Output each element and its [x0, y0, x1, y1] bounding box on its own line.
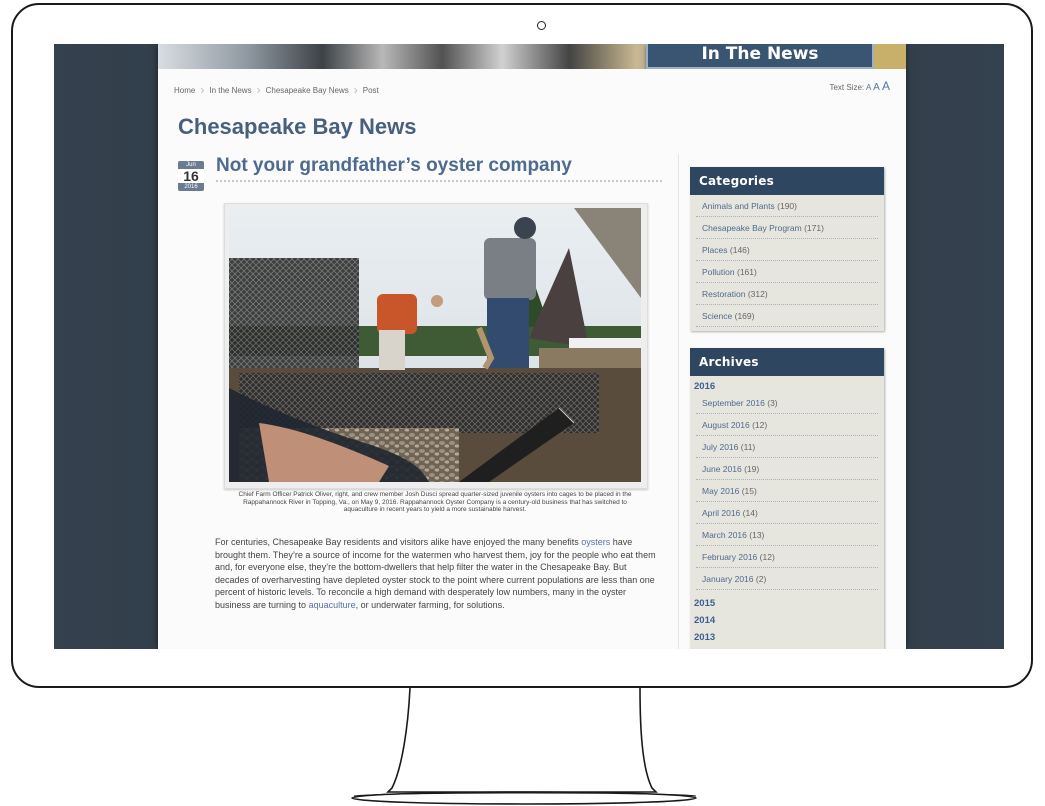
category-label: Restoration	[702, 289, 746, 299]
category-count: (190)	[777, 201, 797, 211]
category-item[interactable]: Restoration (312)	[696, 283, 878, 305]
chevron-right-icon: ›	[353, 83, 358, 97]
oyster-farm-photo	[229, 208, 641, 482]
category-count: (312)	[747, 289, 768, 299]
category-count: (169)	[734, 311, 755, 321]
archive-month-count: (11)	[740, 442, 756, 452]
archive-month-item[interactable]: July 2016 (11)	[696, 436, 878, 458]
post-title[interactable]: Not your grandfather’s oyster company	[216, 155, 662, 182]
breadcrumb-home[interactable]: Home	[174, 86, 195, 95]
archive-month-count: (19)	[744, 464, 760, 474]
archive-month-count: (13)	[749, 530, 765, 540]
text-size-small-button[interactable]: A	[866, 83, 871, 92]
archive-month-label: August 2016	[702, 420, 750, 430]
breadcrumb-post: Post	[362, 85, 379, 95]
category-label: Animals and Plants	[702, 201, 775, 211]
archive-month-item[interactable]: August 2016 (12)	[696, 414, 878, 436]
category-item[interactable]: Places (146)	[696, 239, 878, 261]
archive-month-item[interactable]: June 2016 (19)	[696, 458, 878, 480]
archive-month-count: (14)	[742, 508, 758, 518]
category-label: Science	[702, 311, 733, 321]
oysters-link[interactable]: oysters	[581, 537, 610, 547]
categories-list: Animals and Plants (190) Chesapeake Bay …	[690, 195, 884, 331]
archive-month-count: (3)	[767, 398, 778, 408]
category-item[interactable]: Animals and Plants (190)	[696, 195, 878, 217]
header-banner: In The News	[158, 44, 906, 69]
archive-month-label: May 2016	[702, 486, 740, 496]
photo-caption: Chief Farm Officer Patrick Oliver, right…	[238, 491, 632, 513]
archive-month-item[interactable]: March 2016 (13)	[696, 524, 878, 546]
archive-month-label: March 2016	[702, 530, 747, 540]
archive-month-item[interactable]: January 2016 (2)	[696, 568, 878, 590]
archives-widget: Archives 2016 September 2016 (3) August …	[690, 348, 884, 649]
monitor-stand	[351, 688, 697, 805]
categories-widget: Categories Animals and Plants (190) Ches…	[690, 167, 884, 331]
category-label: Places	[702, 245, 728, 255]
post-date-day: 16	[178, 169, 204, 183]
archive-month-item[interactable]: September 2016 (3)	[696, 392, 878, 414]
archive-year-2012[interactable]: 2012	[690, 645, 884, 649]
text-size-large-button[interactable]: A	[882, 79, 890, 93]
text-size-medium-button[interactable]: A	[873, 82, 880, 93]
archive-month-count: (12)	[759, 552, 775, 562]
archive-months-list: September 2016 (3) August 2016 (12) July…	[690, 392, 884, 594]
category-item[interactable]: Science (169)	[696, 305, 878, 327]
archive-month-label: February 2016	[702, 552, 758, 562]
archive-month-label: June 2016	[702, 464, 742, 474]
category-item[interactable]: Chesapeake Bay Program (171)	[696, 217, 878, 239]
archive-month-count: (15)	[741, 486, 757, 496]
archive-month-item[interactable]: May 2016 (15)	[696, 480, 878, 502]
archive-month-label: January 2016	[702, 574, 754, 584]
sidebar-divider	[678, 154, 679, 649]
archive-month-item[interactable]: April 2016 (14)	[696, 502, 878, 524]
section-badge: In The News	[646, 44, 874, 69]
category-count: (146)	[729, 245, 750, 255]
chevron-right-icon: ›	[200, 83, 205, 97]
post-date-year: 2016	[178, 183, 204, 191]
archives-heading: Archives	[690, 348, 884, 376]
categories-heading: Categories	[690, 167, 884, 195]
text-size-control: Text Size: A A A	[829, 79, 890, 93]
archive-month-label: September 2016	[702, 398, 765, 408]
browser-screen: In The News Home › In the News › Chesape…	[54, 44, 1004, 649]
page-title: Chesapeake Bay News	[178, 114, 417, 139]
category-label: Chesapeake Bay Program	[702, 223, 802, 233]
post-body-text-1: For centuries, Chesapeake Bay residents …	[215, 537, 582, 547]
post-body-text-3: , or underwater farming, for solutions.	[355, 599, 505, 610]
post-body: For centuries, Chesapeake Bay residents …	[215, 536, 663, 611]
category-count: (161)	[736, 267, 757, 277]
category-item[interactable]: Pollution (161)	[696, 261, 878, 283]
archive-year-current[interactable]: 2016	[690, 376, 884, 392]
archive-month-label: April 2016	[702, 508, 741, 518]
breadcrumb-chesapeake-bay-news[interactable]: Chesapeake Bay News	[266, 86, 349, 95]
archive-year-2013[interactable]: 2013	[690, 628, 884, 645]
category-count: (171)	[804, 223, 824, 233]
breadcrumb: Home › In the News › Chesapeake Bay News…	[174, 83, 379, 97]
breadcrumb-in-the-news[interactable]: In the News	[209, 86, 251, 95]
archive-month-count: (12)	[752, 420, 768, 430]
archive-year-2015[interactable]: 2015	[690, 594, 884, 611]
archive-month-label: July 2016	[702, 442, 739, 452]
category-label: Pollution	[702, 267, 735, 277]
aquaculture-link[interactable]: aquaculture	[309, 600, 356, 610]
camera-icon	[537, 21, 546, 30]
text-size-label: Text Size:	[829, 83, 865, 92]
post-date-badge: Jun 16 2016	[178, 161, 204, 191]
archive-month-item[interactable]: February 2016 (12)	[696, 546, 878, 568]
banner-photo-edge	[874, 44, 906, 69]
chevron-right-icon: ›	[256, 83, 261, 97]
archive-month-count: (2)	[755, 574, 767, 584]
archive-year-2014[interactable]: 2014	[690, 611, 884, 628]
post-photo-frame	[224, 203, 648, 489]
web-page: In The News Home › In the News › Chesape…	[158, 44, 906, 649]
